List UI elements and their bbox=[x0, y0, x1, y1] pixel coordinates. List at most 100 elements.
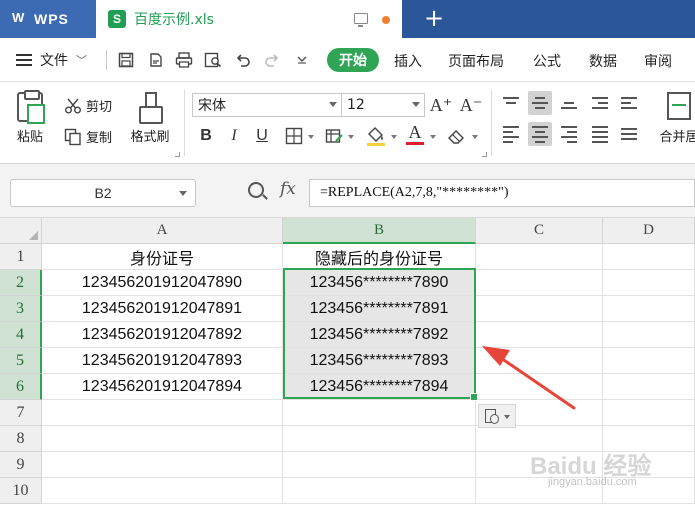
tab-page-layout[interactable]: 页面布局 bbox=[448, 51, 504, 71]
align-middle-button[interactable] bbox=[528, 91, 552, 115]
row-header-9[interactable]: 9 bbox=[0, 452, 42, 478]
cell-c1[interactable] bbox=[476, 244, 603, 270]
column-header-d[interactable]: D bbox=[603, 218, 695, 244]
cell-b3[interactable]: 123456********7891 bbox=[283, 296, 476, 322]
cell-b9[interactable] bbox=[283, 452, 476, 478]
cut-button[interactable]: 剪切 bbox=[64, 96, 112, 115]
cell-style-button[interactable] bbox=[323, 125, 345, 147]
align-center-button[interactable] bbox=[528, 122, 552, 146]
row-header-8[interactable]: 8 bbox=[0, 426, 42, 452]
tab-formulas[interactable]: 公式 bbox=[533, 51, 561, 71]
cell-a9[interactable] bbox=[42, 452, 283, 478]
cell-a7[interactable] bbox=[42, 400, 283, 426]
clipboard-dialog-launcher[interactable] bbox=[175, 152, 180, 157]
export-pdf-icon[interactable] bbox=[146, 50, 166, 70]
row-header-5[interactable]: 5 bbox=[0, 348, 42, 374]
chevron-down-icon[interactable] bbox=[348, 135, 354, 139]
chevron-down-icon[interactable] bbox=[430, 135, 436, 139]
align-top-button[interactable] bbox=[499, 91, 523, 115]
chevron-down-icon[interactable] bbox=[308, 135, 314, 139]
paste-button[interactable]: 粘贴 bbox=[10, 90, 50, 145]
unsaved-dot-icon[interactable] bbox=[382, 16, 390, 24]
cell-a4[interactable]: 123456201912047892 bbox=[42, 322, 283, 348]
formula-input[interactable]: =REPLACE(A2,7,8,"********") bbox=[309, 179, 695, 207]
cell-d3[interactable] bbox=[603, 296, 695, 322]
cell-b1[interactable]: 隐藏后的身份证号 bbox=[283, 244, 476, 270]
cell-a10[interactable] bbox=[42, 478, 283, 504]
row-header-2[interactable]: 2 bbox=[0, 270, 42, 296]
cell-a5[interactable]: 123456201912047893 bbox=[42, 348, 283, 374]
print-preview-icon[interactable] bbox=[203, 50, 223, 70]
row-header-10[interactable]: 10 bbox=[0, 478, 42, 504]
fill-color-button[interactable] bbox=[365, 125, 387, 147]
cell-a2[interactable]: 123456201912047890 bbox=[42, 270, 283, 296]
spreadsheet-grid[interactable]: A B C D 1 2 3 4 5 6 7 8 9 10 身份证号 隐藏后的身份… bbox=[0, 218, 695, 506]
clear-button[interactable] bbox=[446, 125, 468, 147]
document-tab[interactable]: S 百度示例.xls bbox=[96, 0, 402, 38]
borders-button[interactable] bbox=[283, 125, 305, 147]
file-menu[interactable]: 文件 ﹀ bbox=[16, 50, 87, 70]
cell-b10[interactable] bbox=[283, 478, 476, 504]
row-header-4[interactable]: 4 bbox=[0, 322, 42, 348]
cell-a8[interactable] bbox=[42, 426, 283, 452]
cell-d2[interactable] bbox=[603, 270, 695, 296]
chevron-down-icon[interactable] bbox=[472, 135, 478, 139]
cell-b6[interactable]: 123456********7894 bbox=[283, 374, 476, 400]
tab-insert[interactable]: 插入 bbox=[394, 51, 422, 71]
redo-icon[interactable] bbox=[262, 50, 282, 70]
cell-b4[interactable]: 123456********7892 bbox=[283, 322, 476, 348]
merge-center-button[interactable]: 合并居 bbox=[654, 92, 695, 145]
cell-b2[interactable]: 123456********7890 bbox=[283, 270, 476, 296]
underline-button[interactable]: U bbox=[251, 125, 273, 147]
insert-function-button[interactable]: fx bbox=[280, 179, 296, 199]
cell-a1[interactable]: 身份证号 bbox=[42, 244, 283, 270]
row-header-6[interactable]: 6 bbox=[0, 374, 42, 400]
chevron-down-icon[interactable] bbox=[391, 135, 397, 139]
font-color-button[interactable]: A bbox=[404, 123, 426, 145]
align-bottom-button[interactable] bbox=[557, 91, 581, 115]
font-dialog-launcher[interactable] bbox=[482, 152, 487, 157]
tab-home[interactable]: 开始 bbox=[327, 48, 379, 72]
tab-review[interactable]: 审阅 bbox=[644, 51, 672, 71]
distributed-button[interactable] bbox=[617, 122, 641, 146]
grow-font-button[interactable]: A⁺ bbox=[430, 94, 453, 116]
tab-data[interactable]: 数据 bbox=[589, 51, 617, 71]
column-header-c[interactable]: C bbox=[476, 218, 603, 244]
name-box[interactable]: B2 bbox=[10, 179, 196, 207]
cell-d4[interactable] bbox=[603, 322, 695, 348]
cell-d5[interactable] bbox=[603, 348, 695, 374]
cell-b7[interactable] bbox=[283, 400, 476, 426]
cell-d7[interactable] bbox=[603, 400, 695, 426]
cell-d1[interactable] bbox=[603, 244, 695, 270]
decrease-indent-button[interactable] bbox=[588, 91, 612, 115]
column-header-b[interactable]: B bbox=[283, 218, 476, 244]
save-icon[interactable] bbox=[116, 50, 136, 70]
font-size-select[interactable]: 12 bbox=[341, 93, 425, 117]
justify-button[interactable] bbox=[588, 122, 612, 146]
increase-indent-button[interactable] bbox=[617, 91, 641, 115]
row-header-1[interactable]: 1 bbox=[0, 244, 42, 270]
align-left-button[interactable] bbox=[499, 122, 523, 146]
row-header-7[interactable]: 7 bbox=[0, 400, 42, 426]
zoom-icon[interactable] bbox=[248, 182, 264, 198]
italic-button[interactable]: I bbox=[223, 125, 245, 147]
copy-button[interactable]: 复制 bbox=[64, 127, 112, 146]
new-tab-button[interactable]: + bbox=[424, 6, 444, 30]
align-right-button[interactable] bbox=[557, 122, 581, 146]
cell-a3[interactable]: 123456201912047891 bbox=[42, 296, 283, 322]
undo-icon[interactable] bbox=[233, 50, 253, 70]
wps-home-tab[interactable]: WPS bbox=[0, 0, 96, 38]
cell-b8[interactable] bbox=[283, 426, 476, 452]
cell-b5[interactable]: 123456********7893 bbox=[283, 348, 476, 374]
print-icon[interactable] bbox=[174, 50, 194, 70]
row-header-3[interactable]: 3 bbox=[0, 296, 42, 322]
cell-c3[interactable] bbox=[476, 296, 603, 322]
bold-button[interactable]: B bbox=[195, 125, 217, 147]
cell-c2[interactable] bbox=[476, 270, 603, 296]
customize-chevron-icon[interactable] bbox=[292, 50, 312, 70]
shrink-font-button[interactable]: A⁻ bbox=[460, 94, 483, 116]
format-painter-button[interactable]: 格式刷 bbox=[124, 92, 176, 145]
monitor-icon[interactable] bbox=[354, 13, 368, 27]
font-name-select[interactable]: 宋体 bbox=[192, 93, 342, 117]
column-header-a[interactable]: A bbox=[42, 218, 283, 244]
